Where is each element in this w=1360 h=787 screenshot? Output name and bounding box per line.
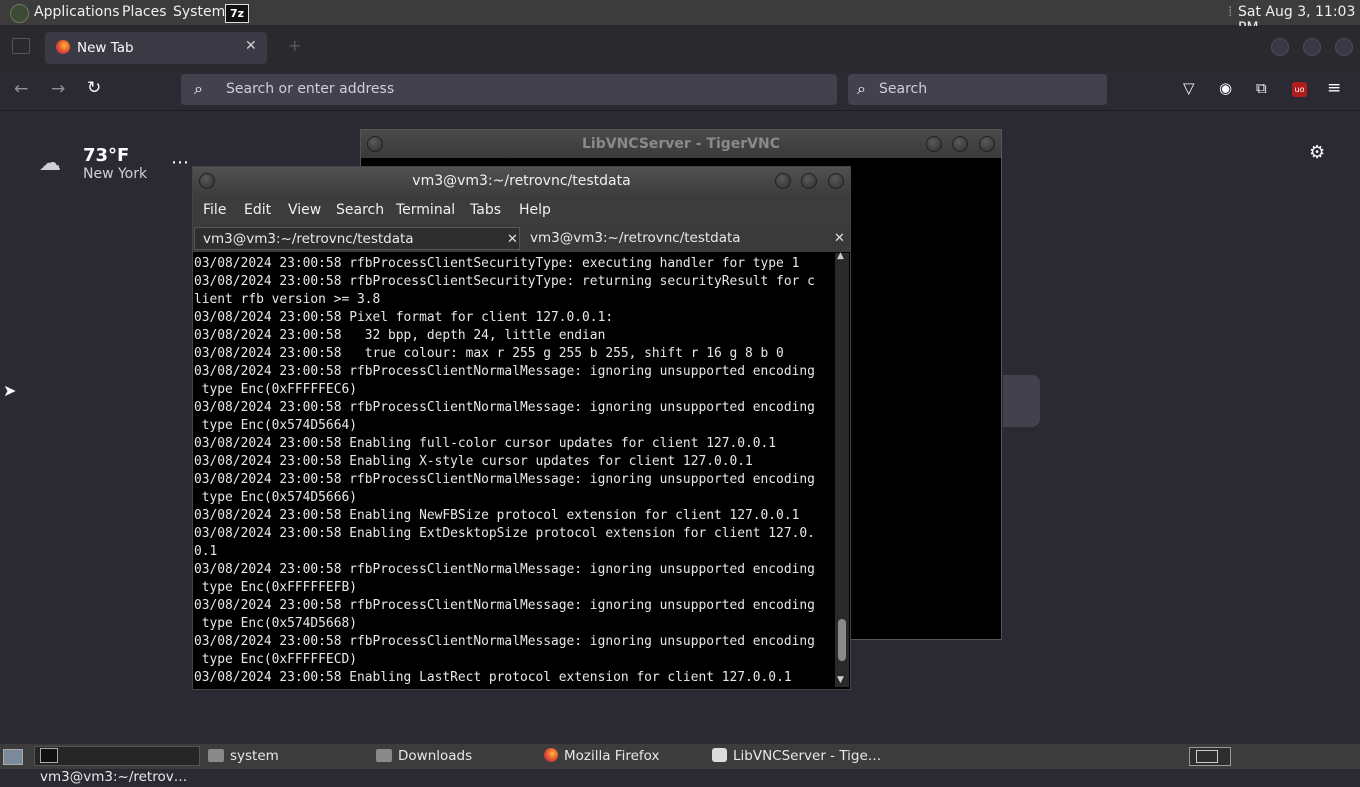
- taskbar-label: system: [230, 748, 279, 764]
- terminal-titlebar[interactable]: vm3@vm3:~/retrovnc/testdata: [193, 167, 850, 195]
- cloud-weather-icon: ☁: [39, 151, 61, 176]
- menu-help[interactable]: Help: [519, 202, 551, 218]
- taskbar-item-tigervnc[interactable]: LibVNCServer - Tige…: [708, 746, 882, 766]
- pocket-icon[interactable]: ▽: [1183, 79, 1195, 97]
- minimize-window-button[interactable]: [1271, 38, 1289, 56]
- applications-logo-icon[interactable]: [10, 4, 29, 23]
- firefox-icon: [544, 748, 558, 762]
- weather-more-icon[interactable]: ⋯: [171, 152, 189, 173]
- places-menu[interactable]: Places: [122, 4, 167, 20]
- account-icon[interactable]: ◉: [1219, 79, 1232, 97]
- close-tab-icon[interactable]: ✕: [507, 228, 518, 251]
- system-menu[interactable]: System: [173, 4, 225, 20]
- hamburger-menu-icon[interactable]: ≡: [1327, 78, 1341, 98]
- close-tab-icon[interactable]: ✕: [834, 227, 845, 250]
- search-icon: ⌕: [857, 79, 866, 98]
- taskbar-label: Mozilla Firefox: [564, 748, 660, 764]
- menu-edit[interactable]: Edit: [244, 202, 271, 218]
- tab-title: New Tab: [77, 40, 134, 56]
- terminal-scrollbar[interactable]: ▲ ▼: [835, 251, 849, 687]
- close-button[interactable]: [828, 173, 844, 189]
- back-arrow-icon[interactable]: ←: [14, 79, 28, 99]
- close-window-button[interactable]: [1335, 38, 1353, 56]
- taskbar-label: LibVNCServer - Tige…: [733, 748, 882, 764]
- search-placeholder: Search: [879, 81, 928, 97]
- firefox-view-icon[interactable]: [12, 38, 30, 54]
- ublock-origin-icon[interactable]: uo: [1292, 82, 1307, 97]
- maximize-button[interactable]: [801, 173, 817, 189]
- workspace-window-preview: [1196, 750, 1218, 763]
- menu-tabs[interactable]: Tabs: [470, 202, 501, 218]
- terminal-output[interactable]: 03/08/2024 23:00:58 rfbProcessClientSecu…: [194, 255, 834, 687]
- vnc-window-titlebar[interactable]: LibVNCServer - TigerVNC: [361, 130, 1001, 158]
- minimize-button[interactable]: [926, 136, 942, 152]
- terminal-title: vm3@vm3:~/retrovnc/testdata: [412, 173, 631, 189]
- weather-location[interactable]: New York: [83, 166, 147, 182]
- tigervnc-icon: [712, 748, 727, 762]
- search-icon: ⌕: [194, 79, 203, 98]
- workspace-switcher[interactable]: [1189, 747, 1231, 766]
- taskbar-item-firefox[interactable]: Mozilla Firefox: [540, 746, 704, 766]
- taskbar-item-system[interactable]: system: [204, 746, 368, 766]
- terminal-tab-bar: vm3@vm3:~/retrovnc/testdata ✕ vm3@vm3:~/…: [193, 225, 850, 252]
- window-menu-icon[interactable]: [199, 173, 215, 189]
- top-panel: Applications Places System 7z ⁞ Sat Aug …: [0, 0, 1360, 36]
- panel-separator: ⁞: [1228, 4, 1233, 20]
- reload-icon[interactable]: ↻: [87, 78, 101, 98]
- menu-terminal[interactable]: Terminal: [396, 202, 455, 218]
- shortcut-tile[interactable]: [1003, 375, 1040, 427]
- close-button[interactable]: [979, 136, 995, 152]
- folder-icon: [376, 749, 392, 762]
- terminal-menubar: File Edit View Search Terminal Tabs Help: [193, 195, 850, 225]
- terminal-tab-label: vm3@vm3:~/retrovnc/testdata: [203, 231, 414, 247]
- extensions-icon[interactable]: ⧉: [1256, 79, 1267, 97]
- url-bar[interactable]: ⌕ Search or enter address: [181, 74, 837, 105]
- mouse-pointer-icon: ➤: [3, 381, 17, 400]
- new-tab-icon[interactable]: +: [288, 36, 301, 55]
- tab-new-tab[interactable]: New Tab ✕: [45, 32, 267, 64]
- terminal-window[interactable]: vm3@vm3:~/retrovnc/testdata File Edit Vi…: [192, 166, 851, 690]
- bottom-panel: vm3@vm3:~/retrov… system Downloads Mozil…: [0, 743, 1360, 785]
- firefox-favicon-icon: [56, 40, 70, 54]
- window-menu-icon[interactable]: [367, 136, 383, 152]
- close-tab-icon[interactable]: ✕: [245, 38, 257, 54]
- terminal-tab-1[interactable]: vm3@vm3:~/retrovnc/testdata ✕: [194, 227, 520, 250]
- archiver-launcher-icon[interactable]: 7z: [225, 4, 249, 23]
- taskbar-label: Downloads: [398, 748, 473, 764]
- terminal-tab-2[interactable]: vm3@vm3:~/retrovnc/testdata ✕: [522, 227, 849, 250]
- gear-icon[interactable]: ⚙: [1309, 142, 1325, 163]
- vnc-window-title: LibVNCServer - TigerVNC: [582, 136, 780, 152]
- menu-file[interactable]: File: [203, 202, 226, 218]
- maximize-button[interactable]: [952, 136, 968, 152]
- terminal-tab-label: vm3@vm3:~/retrovnc/testdata: [530, 230, 741, 246]
- taskbar-item-downloads[interactable]: Downloads: [372, 746, 536, 766]
- taskbar-item-terminal[interactable]: vm3@vm3:~/retrov…: [34, 746, 200, 785]
- show-desktop-icon[interactable]: [3, 749, 23, 765]
- applications-menu[interactable]: Applications: [34, 4, 120, 20]
- terminal-icon: [40, 748, 58, 763]
- scrollbar-thumb[interactable]: [838, 619, 846, 661]
- taskbar-label: vm3@vm3:~/retrov…: [40, 769, 188, 785]
- scroll-up-icon[interactable]: ▲: [837, 251, 844, 261]
- scroll-down-icon[interactable]: ▼: [837, 675, 844, 685]
- menu-search[interactable]: Search: [336, 202, 384, 218]
- maximize-window-button[interactable]: [1303, 38, 1321, 56]
- menu-view[interactable]: View: [288, 202, 321, 218]
- minimize-button[interactable]: [775, 173, 791, 189]
- weather-temperature[interactable]: 73°F: [83, 145, 129, 166]
- forward-arrow-icon[interactable]: →: [51, 79, 65, 99]
- folder-icon: [208, 749, 224, 762]
- url-placeholder: Search or enter address: [226, 81, 395, 97]
- search-bar[interactable]: ⌕ Search: [848, 74, 1107, 105]
